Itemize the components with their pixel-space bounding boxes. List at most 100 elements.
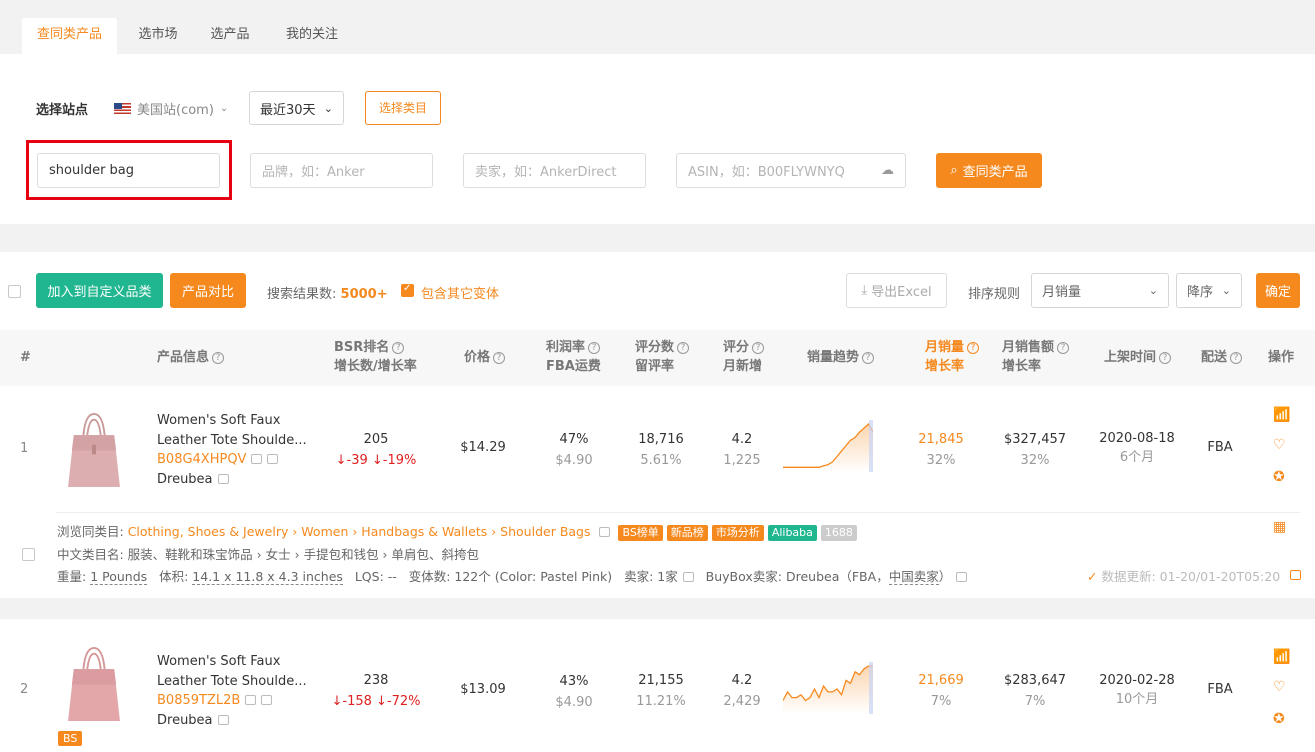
col-monthly-sales[interactable]: 月销量? 增长率 — [925, 338, 980, 376]
bsr-rate: -19% — [382, 453, 417, 468]
new-list-tag[interactable]: 新品榜 — [666, 525, 708, 541]
down-arrow-icon: ↓ — [371, 453, 383, 468]
bs-list-tag[interactable]: BS榜单 — [618, 525, 663, 541]
product-image[interactable] — [65, 646, 123, 721]
include-variants-checkbox[interactable]: ✓ — [401, 283, 414, 297]
share-icon[interactable]: ✪ — [1273, 469, 1285, 485]
tab-same-products[interactable]: 查同类产品 — [22, 18, 117, 54]
row-checkbox[interactable] — [22, 548, 35, 561]
trend-current-marker — [869, 420, 873, 472]
col-reviews-label: 评分数 — [635, 340, 675, 355]
asin-link[interactable]: B0859TZL2B — [157, 693, 240, 708]
share-icon[interactable]: ✪ — [1273, 711, 1285, 727]
1688-tag[interactable]: 1688 — [820, 525, 857, 541]
sales-trend-chart[interactable] — [783, 662, 873, 714]
sort-field-select[interactable]: 月销量 ⌄ — [1031, 273, 1169, 308]
result-count-value: 5000+ — [340, 287, 388, 302]
asin-link[interactable]: B08G4XHPQV — [157, 452, 246, 467]
help-icon[interactable]: ? — [392, 342, 405, 354]
external-link-icon[interactable] — [682, 572, 694, 582]
comment-icon[interactable] — [261, 695, 273, 705]
add-category-button[interactable]: 加入到自定义品类 — [36, 273, 163, 308]
comment-icon[interactable] — [267, 454, 279, 464]
alibaba-tag[interactable]: Alibaba — [767, 525, 817, 541]
help-icon[interactable]: ? — [1159, 352, 1172, 364]
market-analysis-tag[interactable]: 市场分析 — [711, 525, 764, 541]
tab-following[interactable]: 我的关注 — [278, 18, 346, 54]
help-icon[interactable]: ? — [493, 352, 506, 364]
help-icon[interactable]: ? — [752, 342, 765, 354]
product-image[interactable] — [65, 412, 123, 487]
col-profit[interactable]: 利润率? FBA运费 — [546, 338, 601, 376]
site-selector[interactable]: 美国站(com) ⌄ — [114, 99, 228, 118]
export-excel-button[interactable]: ⤓ 导出Excel — [846, 273, 947, 308]
sales-trend-chart[interactable] — [783, 420, 873, 472]
col-rating[interactable]: 评分? 月新增 — [723, 338, 765, 376]
sales-cell: 21,845 32% — [911, 429, 971, 471]
external-link-icon[interactable] — [217, 473, 229, 484]
trend-current-marker — [869, 662, 873, 714]
buybox-seller: Dreubea（FBA， — [785, 569, 889, 584]
brand-name[interactable]: Dreubea — [157, 713, 213, 728]
upload-cloud-icon[interactable]: ☁ — [881, 163, 894, 178]
bsr-change: -158 — [342, 694, 372, 709]
seller-placeholder: 卖家，如：AnkerDirect — [475, 165, 617, 180]
data-update-text: 数据更新: 01-20/01-20T05:20 — [1101, 569, 1281, 584]
col-reviews[interactable]: 评分数? 留评率 — [635, 338, 690, 376]
help-icon[interactable]: ? — [212, 352, 225, 364]
chart-bars-icon[interactable]: 📶 — [1273, 649, 1290, 665]
help-icon[interactable]: ? — [862, 352, 875, 364]
category-path-link[interactable]: Clothing, Shoes & Jewelry › Women › Hand… — [128, 524, 591, 539]
tab-market[interactable]: 选市场 — [128, 18, 188, 54]
sort-field-value: 月销量 — [1042, 285, 1082, 300]
help-icon[interactable]: ? — [1230, 352, 1243, 364]
external-link-icon[interactable] — [1290, 570, 1301, 580]
product-title-line1[interactable]: Women's Soft Faux — [157, 652, 307, 672]
col-bsr[interactable]: BSR排名? 增长数/增长率 — [334, 338, 417, 376]
help-icon[interactable]: ? — [677, 342, 690, 354]
help-icon[interactable]: ? — [967, 342, 980, 354]
col-reviews-sub: 留评率 — [635, 359, 675, 374]
heart-icon[interactable]: ♡ — [1273, 437, 1286, 453]
search-button[interactable]: ⌕ 查同类产品 — [936, 153, 1042, 188]
chevron-down-icon: ⌄ — [1221, 284, 1231, 297]
col-price[interactable]: 价格? — [464, 348, 506, 367]
product-specs: 重量: 1 Pounds 体积: 14.1 x 11.8 x 4.3 inche… — [57, 566, 968, 585]
help-icon[interactable]: ? — [588, 342, 601, 354]
seller-input[interactable]: 卖家，如：AnkerDirect — [463, 153, 646, 188]
profit-cell: 43% $4.90 — [544, 671, 604, 713]
col-monthly-revenue[interactable]: 月销售额? 增长率 — [1002, 338, 1070, 376]
external-link-icon[interactable] — [599, 527, 611, 537]
product-title-line2[interactable]: Leather Tote Shoulde... — [157, 672, 307, 692]
listed-cell: 2020-08-18 6个月 — [1092, 429, 1182, 467]
brand-name[interactable]: Dreubea — [157, 472, 213, 487]
col-bsr-label: BSR排名 — [334, 340, 390, 355]
product-info: Women's Soft Faux Leather Tote Shoulde..… — [157, 411, 307, 489]
external-link-icon[interactable] — [251, 454, 263, 464]
external-link-icon[interactable] — [245, 695, 257, 705]
product-title-line1[interactable]: Women's Soft Faux — [157, 411, 307, 431]
confirm-button[interactable]: 确定 — [1256, 273, 1300, 308]
select-all-checkbox[interactable] — [8, 285, 21, 298]
period-select[interactable]: 最近30天 ⌄ — [249, 91, 344, 125]
external-link-icon[interactable] — [956, 572, 968, 582]
buybox-label: BuyBox卖家: — [705, 569, 782, 584]
search-icon: ⌕ — [950, 163, 958, 178]
tab-products[interactable]: 选产品 — [200, 18, 260, 54]
help-icon[interactable]: ? — [1057, 342, 1070, 354]
sort-order-select[interactable]: 降序 ⌄ — [1176, 273, 1242, 308]
external-link-icon[interactable] — [217, 714, 229, 725]
chart-bars-icon[interactable]: 📶 — [1273, 407, 1290, 423]
product-info: Women's Soft Faux Leather Tote Shoulde..… — [157, 652, 307, 730]
asin-input[interactable]: ASIN，如：B00FLYWNYQ ☁ — [676, 153, 906, 188]
product-title-line2[interactable]: Leather Tote Shoulde... — [157, 431, 307, 451]
heart-icon[interactable]: ♡ — [1273, 679, 1286, 695]
revenue-value: $283,647 — [1003, 673, 1067, 688]
table-grid-icon[interactable]: ▦ — [1273, 519, 1286, 535]
brand-input[interactable]: 品牌，如：Anker — [250, 153, 433, 188]
reviews-value: 18,716 — [638, 432, 684, 447]
compare-button[interactable]: 产品对比 — [170, 273, 246, 308]
bsr-value: 238 — [363, 673, 389, 688]
select-category-button[interactable]: 选择类目 — [365, 91, 441, 125]
col-listed[interactable]: 上架时间? — [1104, 348, 1172, 367]
